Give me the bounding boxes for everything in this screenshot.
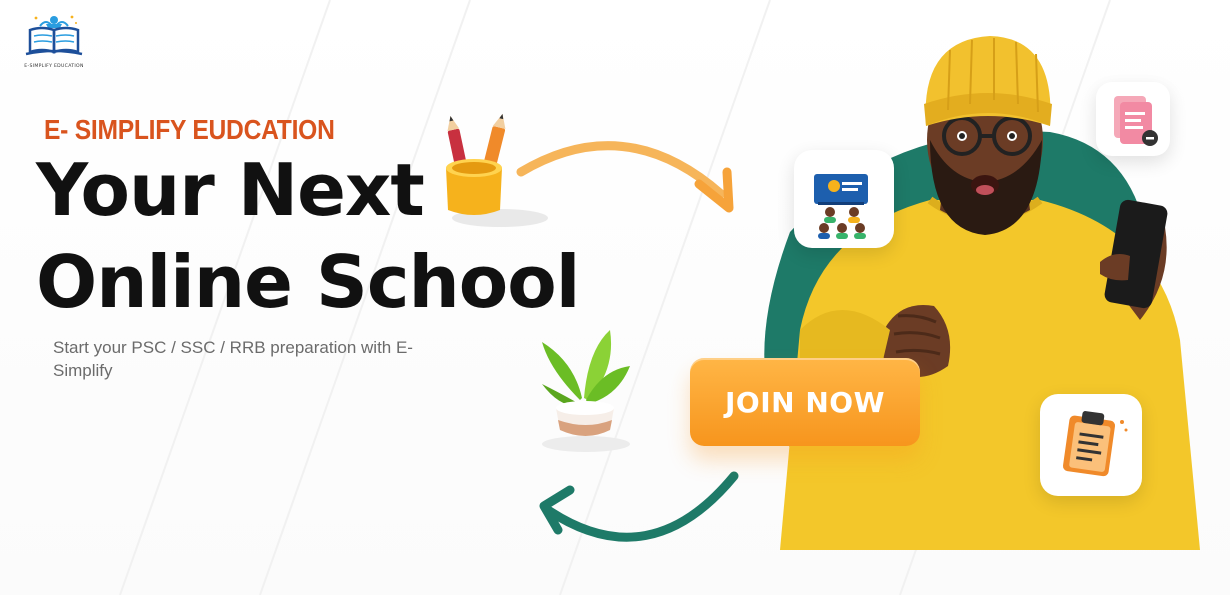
clipboard-card [1040, 394, 1142, 496]
online-class-card [794, 150, 894, 248]
document-card [1096, 82, 1170, 156]
book-graduate-logo-icon [25, 15, 83, 56]
brand-logo[interactable]: E-SIMPLIFY EDUCATION [18, 12, 90, 74]
hero-subtitle: Start your PSC / SSC / RRB preparation w… [53, 338, 413, 380]
curved-arrow-left-icon [539, 471, 739, 542]
logo-wordmark: E-SIMPLIFY EDUCATION [24, 64, 84, 69]
curved-arrow-right-icon [516, 141, 734, 213]
hero-banner: E-SIMPLIFY EDUCATION E- SIMPLIFY EUDCATI… [0, 0, 1230, 595]
potted-plant-icon [542, 330, 630, 452]
document-icon [1114, 96, 1158, 146]
join-now-button[interactable]: JOIN NOW [690, 358, 920, 446]
online-classroom-icon [814, 174, 868, 239]
headline-line-2: Online School [36, 240, 580, 324]
kicker-title: E- SIMPLIFY EUDCATION [44, 114, 335, 145]
clipboard-icon [1062, 411, 1128, 477]
